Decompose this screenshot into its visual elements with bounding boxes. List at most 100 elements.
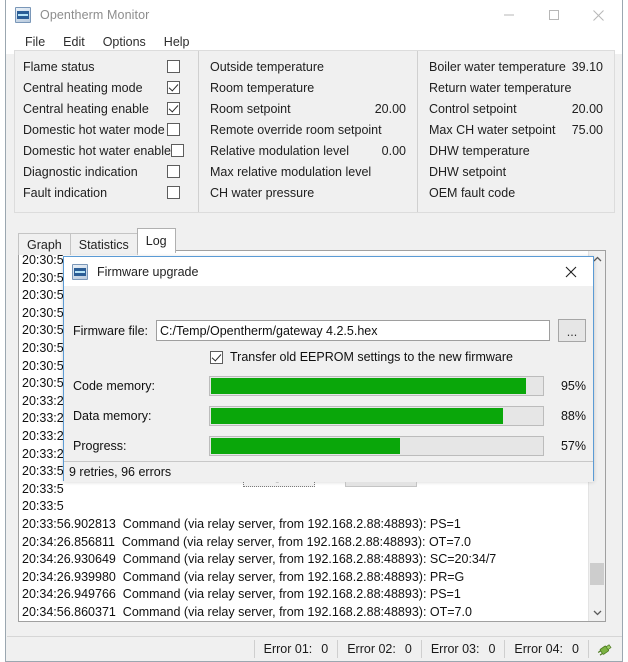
firmware-file-row: Firmware file: ... [73,319,586,342]
status-flag-row: Central heating mode [23,77,198,98]
boiler-status-value: 39.10 [571,59,603,74]
dialog-title: Firmware upgrade [97,264,199,279]
progress-fill [210,438,400,454]
log-line: 20:34:26.856811 Command (via relay serve… [22,534,471,549]
error-03-cell: Error 03: 0 [420,639,505,658]
log-line: 20:34:26.939980 Command (via relay serve… [22,569,465,584]
boiler-status-row: DHW setpoint [429,161,614,182]
boiler-status-row: Return water temperature [429,77,614,98]
room-status-row: Remote override room setpoint [210,119,417,140]
tab-strip: Graph Statistics Log [18,228,176,255]
status-flag-checkbox[interactable] [167,81,180,94]
room-status-row: CH water pressure [210,182,417,203]
room-status-label: Max relative modulation level [210,164,372,179]
transfer-eeprom-checkbox[interactable] [210,350,223,364]
boiler-status-value: 20.00 [571,101,603,116]
error-01-value: 0 [321,641,329,656]
room-status-row: Outside temperature [210,56,417,77]
code-memory-label: Code memory: [73,379,155,393]
transfer-eeprom-checkbox-row[interactable]: Transfer old EEPROM settings to the new … [210,350,513,364]
error-02-cell: Error 02: 0 [337,639,421,658]
boiler-status-row: OEM fault code [429,182,614,203]
status-flag-row: Domestic hot water enable [23,140,198,161]
room-status-row: Room temperature [210,77,417,98]
maximize-icon[interactable] [531,0,576,30]
status-flag-row: Flame status [23,56,198,77]
boiler-status-row: Boiler water temperature 39.10 [429,56,614,77]
log-line: 20:33:5 [22,499,64,514]
status-flag-checkbox[interactable] [167,60,180,73]
status-flag-label: Flame status [23,59,95,74]
close-icon[interactable] [549,257,593,286]
room-status-label: Room setpoint [210,101,291,116]
progress-row: Progress: 57% [73,436,586,456]
log-line: 20:34:26.949766 Command (via relay serve… [22,587,461,602]
log-line: 20:34:56.913186 Command (via relay serve… [22,621,588,622]
boiler-status-label: OEM fault code [429,185,516,200]
firmware-file-input[interactable] [156,320,550,341]
plug-connected-icon [588,639,622,658]
boiler-status-row: Control setpoint 20.00 [429,98,614,119]
log-line: 20:34:26.930649 Command (via relay serve… [22,552,497,567]
room-status-label: Outside temperature [210,59,324,74]
room-status-label: Room temperature [210,80,315,95]
boiler-status-label: DHW setpoint [429,164,507,179]
firmware-upgrade-dialog: Firmware upgrade Firmware file: ... Tran… [63,256,594,487]
tab-statistics[interactable]: Statistics [69,233,138,255]
status-panel: Flame status Central heating mode Central … [14,50,615,213]
status-flag-row: Diagnostic indication [23,161,198,182]
error-04-value: 0 [572,641,579,656]
tab-log[interactable]: Log [136,228,176,253]
boiler-status-row: DHW temperature [429,140,614,161]
code-memory-progressbar [208,376,545,396]
close-icon[interactable] [576,0,621,30]
menu-options[interactable]: Options [94,33,155,51]
data-memory-label: Data memory: [73,409,152,423]
menu-help[interactable]: Help [155,33,199,51]
status-flag-row: Fault indication [23,182,198,203]
status-flag-checkbox[interactable] [171,144,184,157]
status-flag-checkbox[interactable] [167,102,180,115]
error-03-value: 0 [488,641,496,656]
log-line: 20:34:56.860371 Command (via relay serve… [22,604,472,619]
room-status-value: 20.00 [374,101,406,116]
tab-graph[interactable]: Graph [18,233,71,255]
retries-errors-text: 9 retries, 96 errors [69,465,172,479]
status-flag-label: Diagnostic indication [23,164,138,179]
desktop-background-right [623,0,628,662]
firmware-file-label: Firmware file: [73,323,149,338]
boiler-status-value: 75.00 [571,122,603,137]
menu-edit[interactable]: Edit [54,33,94,51]
minimize-icon[interactable] [486,0,531,30]
main-window: Opentherm Monitor File Edit Options Help… [5,0,623,662]
browse-button[interactable]: ... [558,319,586,342]
error-04-label: Error 04: [514,641,564,656]
error-02-label: Error 02: [347,641,396,656]
scroll-down-icon[interactable] [589,604,605,621]
menu-file[interactable]: File [16,33,54,51]
status-flag-checkbox[interactable] [167,186,180,199]
status-bar: Error 01: 0 Error 02: 0 Error 03: 0 Erro… [7,636,622,660]
status-column-boiler: Boiler water temperature 39.10 Return wate… [418,51,614,212]
dialog-body: Firmware file: ... Transfer old EEPROM s… [64,286,593,487]
status-flag-row: Central heating enable [23,98,198,119]
boiler-status-row: Max CH water setpoint 75.00 [429,119,614,140]
dialog-title-bar: Firmware upgrade [64,257,593,286]
boiler-status-label: Max CH water setpoint [429,122,556,137]
progress-progressbar [208,436,545,456]
room-status-label: Relative modulation level [210,143,349,158]
boiler-status-label: DHW temperature [429,143,530,158]
scrollbar-thumb[interactable] [590,563,604,585]
window-title: Opentherm Monitor [40,8,150,22]
data-memory-progressbar [208,406,545,426]
status-flag-checkbox[interactable] [167,165,180,178]
waveform-icon [72,263,88,280]
status-column-flags: Flame status Central heating mode Central … [15,51,199,212]
data-memory-percent: 88% [560,409,586,423]
error-03-label: Error 03: [430,641,480,656]
error-04-cell: Error 04: 0 [504,639,588,658]
data-memory-fill [210,408,503,424]
status-flag-label: Central heating mode [23,80,143,95]
status-flag-label: Central heating enable [23,101,149,116]
status-flag-checkbox[interactable] [167,123,180,136]
